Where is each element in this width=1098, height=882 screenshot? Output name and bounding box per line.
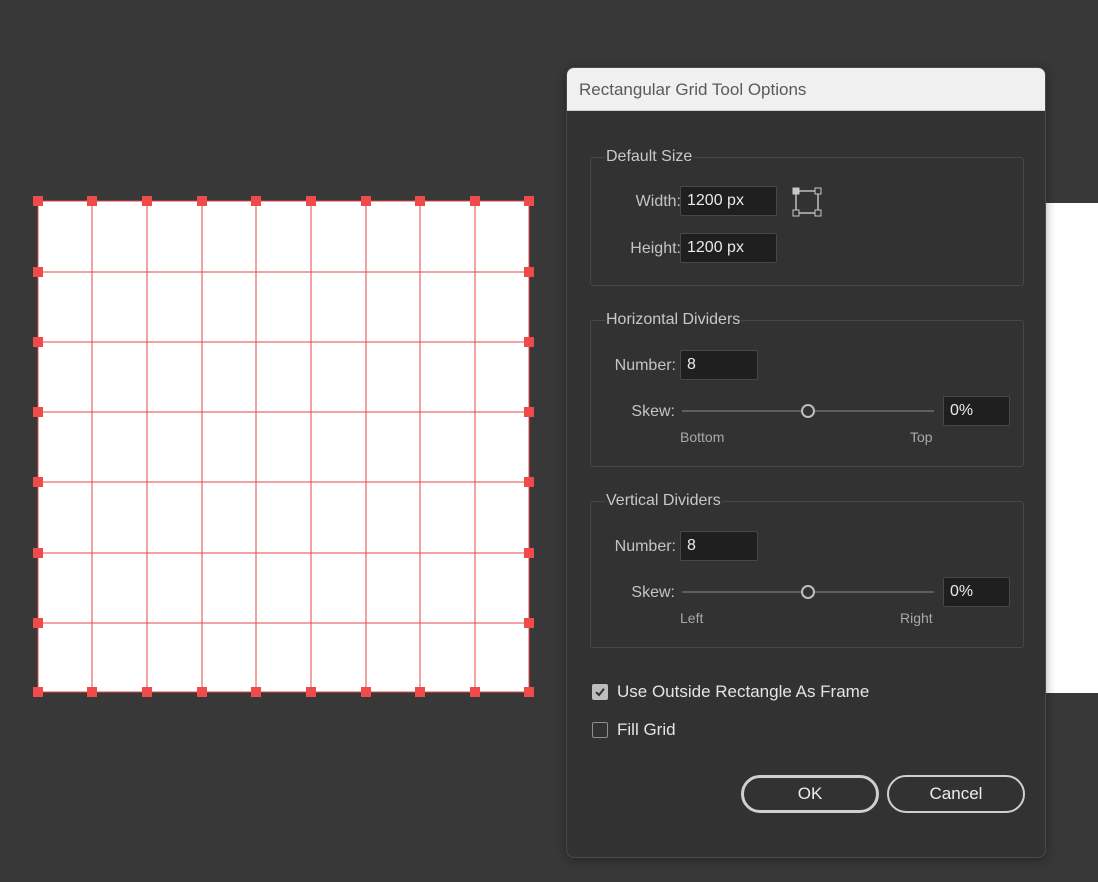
checkmark-icon [595, 688, 605, 697]
default-size-legend: Default Size [605, 147, 694, 167]
grid-anchor-point [251, 687, 261, 697]
grid-anchor-point [415, 196, 425, 206]
grid-anchor-point [524, 687, 534, 697]
grid-anchor-point [524, 548, 534, 558]
vertical-dividers-legend: Vertical Dividers [605, 491, 722, 511]
horizontal-skew-field[interactable]: 0% [943, 396, 1010, 426]
vertical-skew-max-label: Right [900, 610, 933, 626]
grid-anchor-point [142, 196, 152, 206]
grid-anchor-point [415, 687, 425, 697]
fill-grid-label[interactable]: Fill Grid [617, 720, 676, 740]
dialog-title: Rectangular Grid Tool Options [579, 80, 807, 99]
fill-grid-checkbox[interactable] [592, 722, 608, 738]
grid-anchor-point [87, 196, 97, 206]
vertical-skew-label: Skew: [631, 584, 675, 601]
use-outside-rectangle-label[interactable]: Use Outside Rectangle As Frame [617, 682, 869, 702]
default-size-group: Default Size Width: 1200 px Height: 1200… [590, 147, 1024, 286]
horizontal-skew-min-label: Bottom [680, 429, 725, 445]
horizontal-skew-max-label: Top [910, 429, 933, 445]
grid-anchor-point [33, 337, 43, 347]
use-outside-rectangle-checkbox[interactable] [592, 684, 608, 700]
grid-fill [38, 201, 529, 692]
grid-anchor-point [470, 196, 480, 206]
grid-anchor-point [197, 687, 207, 697]
width-field[interactable]: 1200 px [680, 186, 777, 216]
vertical-number-field[interactable]: 8 [680, 531, 758, 561]
vertical-number-label: Number: [614, 538, 676, 555]
vertical-skew-min-label: Left [680, 610, 704, 626]
horizontal-skew-label: Skew: [631, 403, 675, 420]
grid-anchor-point [33, 267, 43, 277]
ok-button[interactable]: OK [741, 775, 879, 813]
grid-anchor-point [33, 687, 43, 697]
vertical-skew-field[interactable]: 0% [943, 577, 1010, 607]
grid-anchor-point [306, 196, 316, 206]
grid-drawing [33, 196, 534, 697]
grid-anchor-point [87, 687, 97, 697]
grid-anchor-point [524, 267, 534, 277]
grid-anchor-point [142, 687, 152, 697]
horizontal-number-field[interactable]: 8 [680, 350, 758, 380]
grid-anchor-point [33, 618, 43, 628]
grid-anchor-point [33, 477, 43, 487]
grid-anchor-point [361, 196, 371, 206]
grid-anchor-point [361, 687, 371, 697]
vertical-skew-slider-thumb[interactable] [801, 585, 815, 599]
grid-anchor-point [524, 337, 534, 347]
grid-anchor-point [33, 548, 43, 558]
horizontal-number-label: Number: [614, 357, 676, 374]
rectangular-grid-object[interactable] [30, 194, 538, 700]
rectangular-grid-tool-options-dialog: Rectangular Grid Tool Options Default Si… [566, 67, 1046, 858]
horizontal-dividers-group: Horizontal Dividers Number: 8 Skew: 0% B… [590, 310, 1024, 467]
grid-anchor-point [33, 196, 43, 206]
grid-anchor-point [524, 618, 534, 628]
grid-anchor-point [524, 407, 534, 417]
vertical-dividers-group: Vertical Dividers Number: 8 Skew: 0% Lef… [590, 491, 1024, 648]
cancel-button[interactable]: Cancel [887, 775, 1025, 813]
grid-anchor-point [251, 196, 261, 206]
artboard-edge [1046, 203, 1098, 693]
height-field[interactable]: 1200 px [680, 233, 777, 263]
artboard-constrain-icon[interactable] [792, 187, 822, 217]
grid-anchor-point [524, 477, 534, 487]
grid-anchor-point [33, 407, 43, 417]
grid-anchor-point [470, 687, 480, 697]
height-label: Height: [630, 240, 681, 257]
grid-anchor-point [306, 687, 316, 697]
grid-anchor-point [197, 196, 207, 206]
grid-anchor-point [524, 196, 534, 206]
width-label: Width: [635, 193, 681, 210]
horizontal-skew-slider-thumb[interactable] [801, 404, 815, 418]
horizontal-dividers-legend: Horizontal Dividers [605, 310, 742, 330]
dialog-title-bar[interactable]: Rectangular Grid Tool Options [567, 68, 1045, 111]
